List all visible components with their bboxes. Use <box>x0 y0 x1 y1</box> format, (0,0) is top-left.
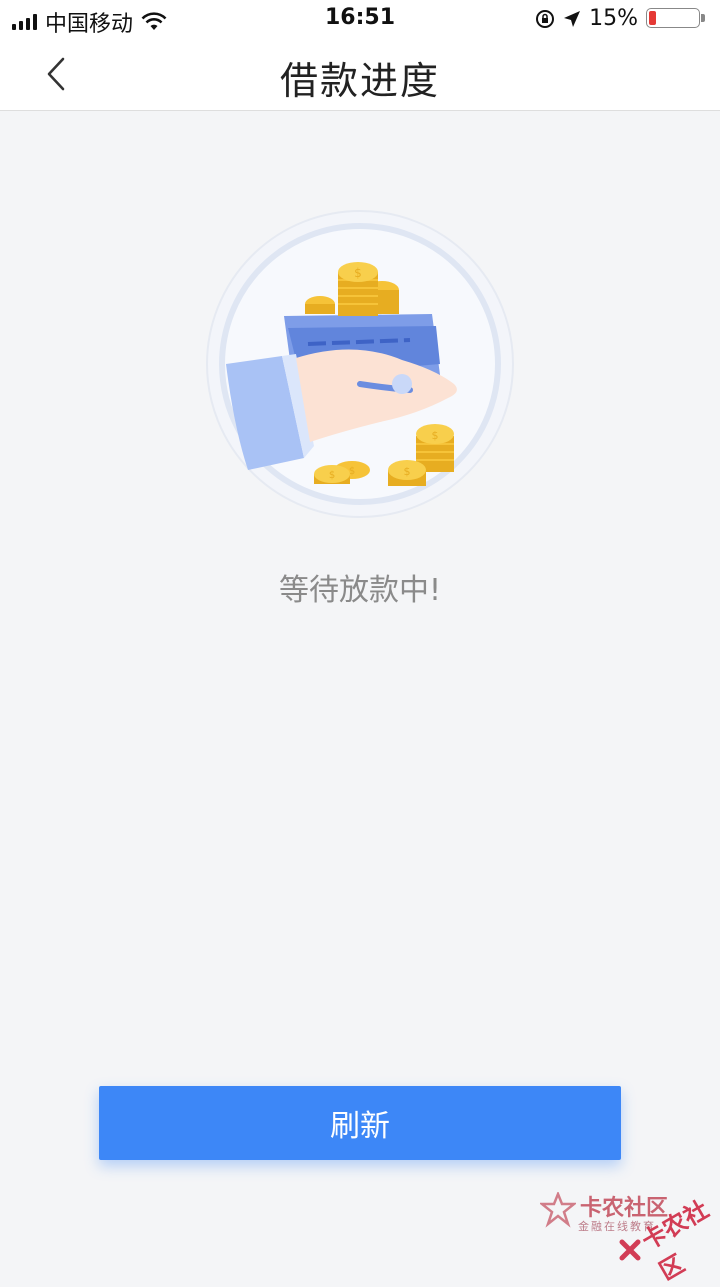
status-right: 15% <box>535 6 708 31</box>
battery-fill <box>649 10 656 25</box>
watermark-logo-icon <box>540 1192 576 1228</box>
page-title: 借款进度 <box>279 59 440 103</box>
battery-icon <box>646 7 708 30</box>
battery-percent: 15% <box>589 6 638 31</box>
hand-card-coins-illustration: $ $ $ $ $ <box>206 210 514 518</box>
svg-text:$: $ <box>354 266 362 280</box>
refresh-button[interactable]: 刷新 <box>99 1086 621 1160</box>
svg-text:$: $ <box>329 470 335 481</box>
loan-status-text: 等待放款中! <box>278 573 442 608</box>
orientation-lock-icon <box>536 9 555 28</box>
watermark: 卡农社区 金融在线教育 卡农社区 <box>538 1186 716 1286</box>
svg-text:$: $ <box>404 465 411 478</box>
svg-text:$: $ <box>432 429 439 442</box>
status-bar: 中国移动 16:51 15% <box>0 0 720 37</box>
watermark-stamp-icon <box>619 1239 641 1261</box>
nav-bar: 借款进度 <box>0 36 720 111</box>
location-icon <box>564 10 581 27</box>
